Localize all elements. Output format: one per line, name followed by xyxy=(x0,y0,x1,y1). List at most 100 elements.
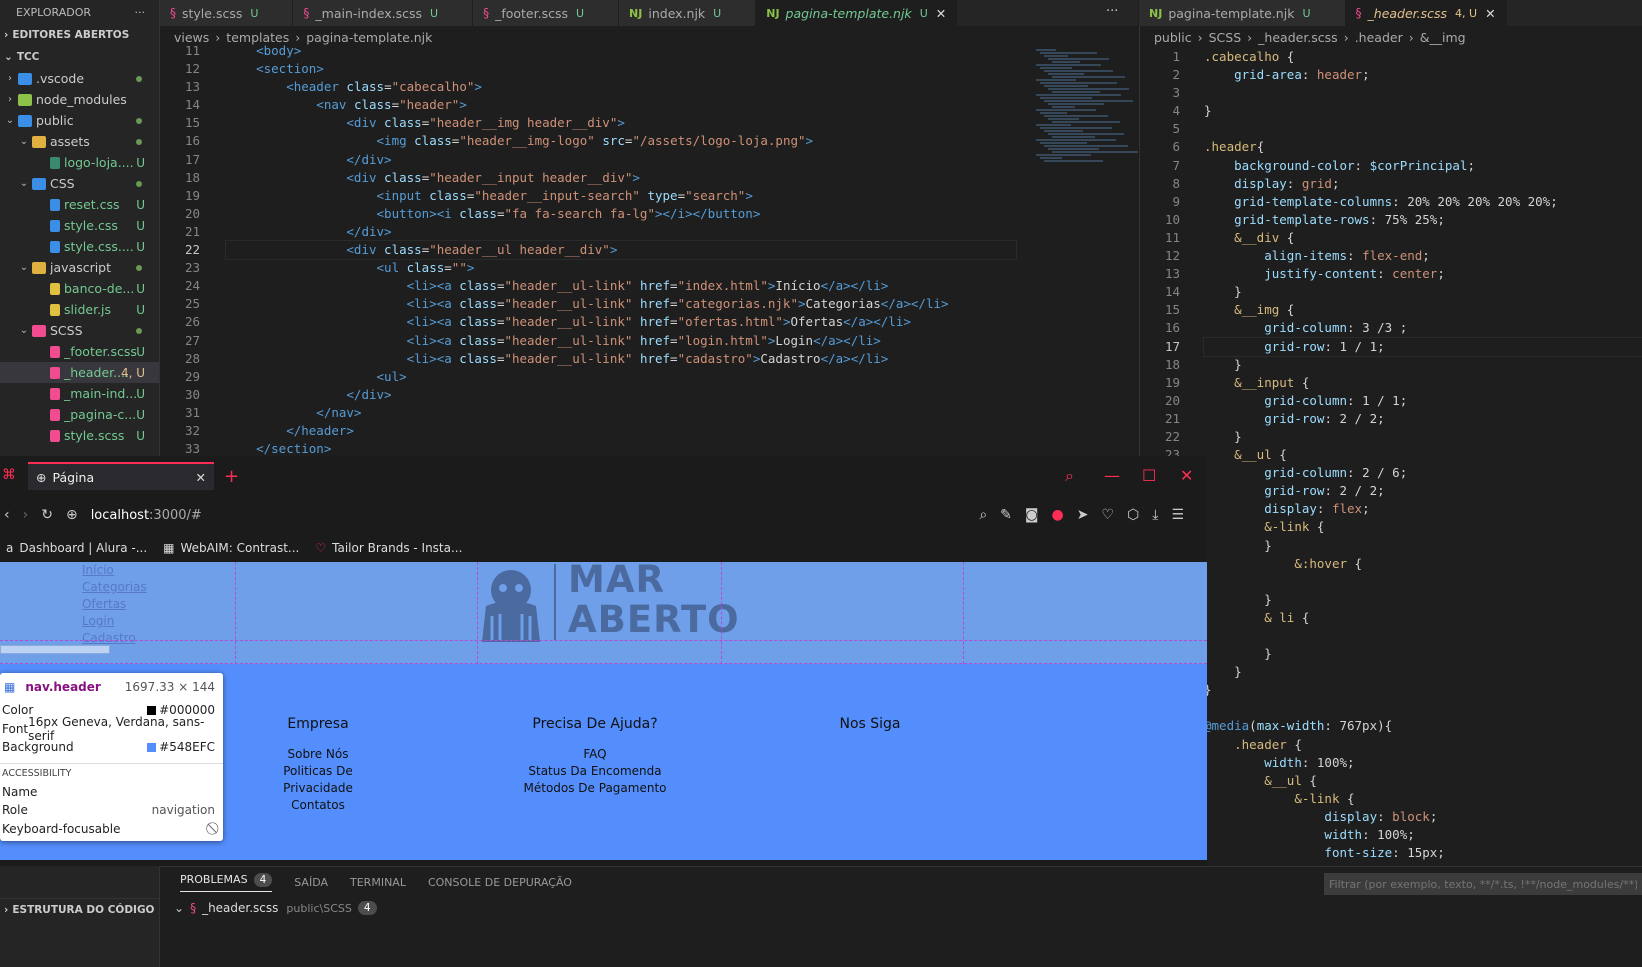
bookmark-item[interactable]: ♡ Tailor Brands - Insta... xyxy=(315,541,462,555)
tree-item[interactable]: style.css U xyxy=(0,215,159,236)
forward-icon[interactable]: › xyxy=(23,507,29,523)
reload-icon[interactable]: ↻ xyxy=(41,507,53,523)
tree-item[interactable]: ⌄ assets xyxy=(0,131,159,152)
tree-item[interactable]: ⌄ javascript xyxy=(0,257,159,278)
close-tab-icon[interactable]: ✕ xyxy=(196,470,206,485)
more-actions-icon[interactable]: ··· xyxy=(135,6,146,19)
gamepad-icon[interactable]: ⌘ xyxy=(2,467,16,483)
tree-item[interactable]: › node_modules xyxy=(0,89,159,110)
inspector-row: Font 16px Geneva, Verdana, sans-serif xyxy=(0,715,223,743)
code-token: Login xyxy=(775,332,814,348)
nav-link[interactable]: Login xyxy=(82,613,147,630)
breadcrumb-item[interactable]: public xyxy=(1154,30,1192,45)
editor-tab[interactable]: § style.scss U xyxy=(160,0,294,26)
breadcrumb-item[interactable]: .header xyxy=(1355,30,1403,45)
heart-icon[interactable]: ♡ xyxy=(1101,507,1114,523)
minimap-line xyxy=(1044,145,1128,147)
tree-item[interactable]: _header.... 4, U xyxy=(0,362,159,383)
minimize-icon[interactable]: — xyxy=(1104,466,1120,485)
minimap[interactable] xyxy=(1036,48,1138,188)
footer-link[interactable]: Contatos xyxy=(250,797,386,814)
line-number: 24 xyxy=(184,278,200,294)
browser-tab[interactable]: ⊕ Página ✕ xyxy=(28,462,214,490)
editor-tab[interactable]: § _main-index.scss U xyxy=(293,0,474,26)
code-token: grid-column xyxy=(1264,465,1348,481)
back-icon[interactable]: ‹ xyxy=(4,507,10,523)
tree-item[interactable]: slider.js U xyxy=(0,299,159,320)
download-icon[interactable]: ⤓ xyxy=(1152,507,1158,523)
editor-tab[interactable]: NJ index.njk U xyxy=(619,0,757,26)
code-content[interactable]: <body> <section> <header class="cabecalh… xyxy=(225,42,1017,456)
editor-right[interactable]: public › SCSS › _header.scss › .header › &__img … xyxy=(1139,26,1642,866)
problems-filter-input[interactable] xyxy=(1324,873,1642,895)
maximize-icon[interactable]: ☐ xyxy=(1142,466,1156,485)
tree-item[interactable]: style.css.... U xyxy=(0,236,159,257)
close-tab-icon[interactable]: ✕ xyxy=(936,6,946,21)
tree-item[interactable]: ⌄ SCSS xyxy=(0,320,159,341)
editor-tab[interactable]: NJ pagina-template.njk U ✕ xyxy=(756,0,958,26)
folder-icon xyxy=(32,135,46,148)
panel-tab[interactable]: TERMINAL xyxy=(350,876,406,889)
breadcrumb-item[interactable]: _header.scss xyxy=(1258,30,1338,45)
tree-item[interactable]: logo-loja.... U xyxy=(0,152,159,173)
panel-tab[interactable]: PROBLEMAS 4 xyxy=(180,872,273,892)
cube-icon[interactable]: ⬡ xyxy=(1127,507,1139,523)
tree-item[interactable]: reset.css U xyxy=(0,194,159,215)
tab-label: _footer.scss xyxy=(495,5,568,21)
open-editors-section[interactable]: › EDITORES ABERTOS xyxy=(0,24,159,46)
share-icon[interactable]: ✎ xyxy=(1000,507,1012,523)
code-line: } xyxy=(1204,428,1642,446)
code-content[interactable]: .cabecalho { grid-area: header; } .heade… xyxy=(1203,48,1642,862)
bookmark-item[interactable]: ▦ WebAIM: Contrast... xyxy=(163,541,299,555)
tree-item[interactable]: _pagina-c... U xyxy=(0,404,159,425)
code-token: ; xyxy=(1422,248,1430,264)
search-input[interactable] xyxy=(0,645,110,654)
workspace-root[interactable]: ⌄ TCC xyxy=(0,46,159,68)
search-icon[interactable]: ⌕ xyxy=(1065,466,1074,486)
tree-item[interactable]: › .vscode xyxy=(0,68,159,89)
footer-link[interactable]: Status Da Encomenda xyxy=(520,763,670,780)
problem-file-row[interactable]: ⌄ § _header.scss public\SCSS 4 xyxy=(160,897,1642,919)
address-input[interactable]: localhost:3000/# xyxy=(91,508,202,523)
minimap-line xyxy=(1048,73,1084,75)
panel-tab[interactable]: SAÍDA xyxy=(294,876,328,889)
close-window-icon[interactable]: ✕ xyxy=(1180,466,1193,485)
site-info-icon[interactable]: ⊕ xyxy=(66,507,78,523)
shield-icon[interactable]: ● xyxy=(1051,507,1063,523)
nav-link[interactable]: Início xyxy=(82,562,147,579)
new-tab-button[interactable]: + xyxy=(224,466,239,487)
tree-item[interactable]: ⌄ public xyxy=(0,110,159,131)
editor-tab[interactable]: NJ pagina-template.njk U xyxy=(1139,0,1346,26)
breadcrumb-item[interactable]: SCSS xyxy=(1209,30,1242,45)
more-tabs-icon[interactable]: ··· xyxy=(1106,4,1118,19)
footer-link[interactable]: FAQ xyxy=(520,746,670,763)
bookmark-item[interactable]: a Dashboard | Alura -... xyxy=(6,541,147,555)
footer-link[interactable]: Politicas De Privacidade xyxy=(250,763,386,797)
menu-icon[interactable]: ☰ xyxy=(1171,507,1184,523)
tree-item[interactable]: _footer.scss U xyxy=(0,341,159,362)
nav-link[interactable]: Ofertas xyxy=(82,596,147,613)
code-line: <li><a class="header__ul-link" href="ofe… xyxy=(226,313,1016,331)
breadcrumb-separator-icon: › xyxy=(1247,29,1253,45)
outline-section[interactable]: › ESTRUTURA DO CÓDIGO xyxy=(0,898,160,918)
footer-column: Nos Siga xyxy=(800,716,940,746)
panel-tab[interactable]: CONSOLE DE DEPURAÇÃO xyxy=(428,876,572,889)
breadcrumb-item[interactable]: &__img xyxy=(1420,30,1466,45)
zoom-icon[interactable]: ⌕ xyxy=(979,507,987,523)
tree-item[interactable]: _main-ind... U xyxy=(0,383,159,404)
code-token: <button><i xyxy=(226,205,460,221)
nav-link[interactable]: Categorias xyxy=(82,579,147,596)
editor-tab[interactable]: § _footer.scss U xyxy=(473,0,620,26)
footer-link[interactable]: Métodos De Pagamento xyxy=(520,780,670,797)
editor-tab[interactable]: § _header.scss 4, U ✕ xyxy=(1345,0,1507,26)
camera-icon[interactable]: ◙ xyxy=(1025,507,1039,523)
tree-item[interactable]: style.scss U xyxy=(0,425,159,446)
editor-left[interactable]: views › templates › pagina-template.njk 11 12… xyxy=(160,26,1138,456)
send-icon[interactable]: ➤ xyxy=(1077,507,1089,523)
tree-item[interactable]: banco-de... U xyxy=(0,278,159,299)
code-token: </a></li> xyxy=(820,350,889,366)
close-tab-icon[interactable]: ✕ xyxy=(1485,6,1495,21)
tree-item[interactable]: ⌄ CSS xyxy=(0,173,159,194)
footer-link[interactable]: Sobre Nós xyxy=(250,746,386,763)
